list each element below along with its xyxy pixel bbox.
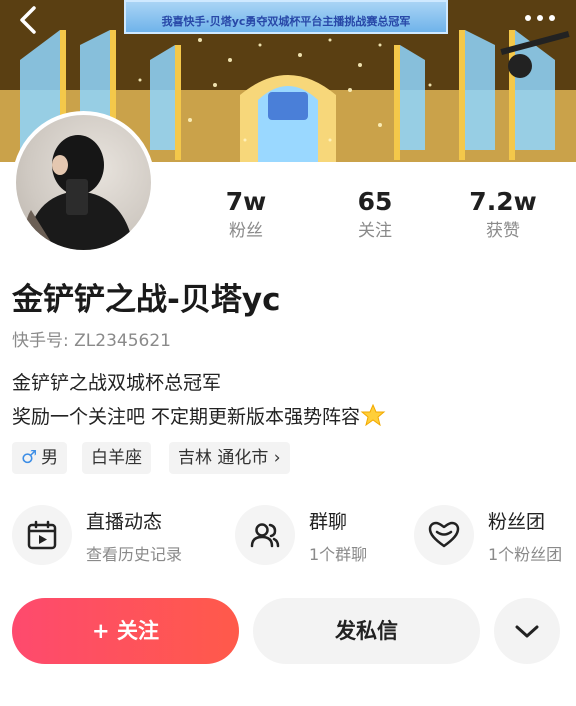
profile-name: 金铲铲之战-贝塔yc xyxy=(12,282,281,318)
stat-label: 关注 xyxy=(358,221,392,241)
stat-likes[interactable]: 7.2w 获赞 xyxy=(443,186,563,244)
follow-button[interactable]: + 关注 xyxy=(12,598,239,664)
entry-title: 直播动态 xyxy=(86,511,163,533)
entry-icon-wrap xyxy=(235,505,295,565)
bio-line-2-text: 奖励一个关注吧 不定期更新版本强势阵容 xyxy=(12,406,361,428)
entry-title: 粉丝团 xyxy=(488,511,546,533)
entry-live-history[interactable]: 直播动态 查看历史记录 xyxy=(12,505,212,565)
back-button[interactable] xyxy=(12,2,48,38)
chevron-down-icon xyxy=(515,625,539,638)
entry-title: 群聊 xyxy=(309,511,348,533)
user-id[interactable]: 快手号: ZL2345621 xyxy=(12,326,171,351)
stat-label: 获赞 xyxy=(486,221,520,241)
avatar-photo xyxy=(26,135,134,250)
entry-fan-club[interactable]: 粉丝团 1个粉丝团 xyxy=(414,505,574,565)
entry-subtitle: 查看历史记录 xyxy=(86,545,183,564)
star-emoji-icon xyxy=(360,404,386,426)
stat-value: 65 xyxy=(357,187,393,216)
calendar-play-icon xyxy=(27,520,57,550)
entry-group-chat[interactable]: 群聊 1个群聊 xyxy=(235,505,405,565)
stat-value: 7w xyxy=(225,187,267,216)
banner-caption: 我喜快手·贝塔yc勇夺双城杯平台主播挑战赛总冠军 xyxy=(124,0,448,34)
back-arrow-icon xyxy=(20,6,36,34)
stat-followers[interactable]: 7w 粉丝 xyxy=(186,186,306,244)
message-button[interactable]: 发私信 xyxy=(253,598,480,664)
tag-gender: ♂ 男 xyxy=(12,442,68,474)
more-dots-icon xyxy=(525,15,555,21)
entry-icon-wrap xyxy=(12,505,72,565)
more-button[interactable] xyxy=(520,4,560,32)
stat-label: 粉丝 xyxy=(229,221,263,241)
male-icon: ♂ xyxy=(21,447,38,468)
bio-line-2: 奖励一个关注吧 不定期更新版本强势阵容 xyxy=(12,402,386,429)
entry-subtitle: 1个粉丝团 xyxy=(488,545,563,564)
entry-subtitle: 1个群聊 xyxy=(309,545,368,564)
group-users-icon xyxy=(250,523,280,548)
tag-gender-label: 男 xyxy=(41,448,59,468)
bio-line-1: 金铲铲之战双城杯总冠军 xyxy=(12,372,222,394)
tag-zodiac: 白羊座 xyxy=(82,442,151,474)
avatar[interactable] xyxy=(12,111,155,254)
stat-value: 7.2w xyxy=(469,187,537,216)
heart-badge-icon xyxy=(428,521,460,548)
tag-location[interactable]: 吉林 通化市 › xyxy=(169,442,290,474)
stat-following[interactable]: 65 关注 xyxy=(315,186,435,244)
more-actions-button[interactable] xyxy=(494,598,560,664)
entry-icon-wrap xyxy=(414,505,474,565)
